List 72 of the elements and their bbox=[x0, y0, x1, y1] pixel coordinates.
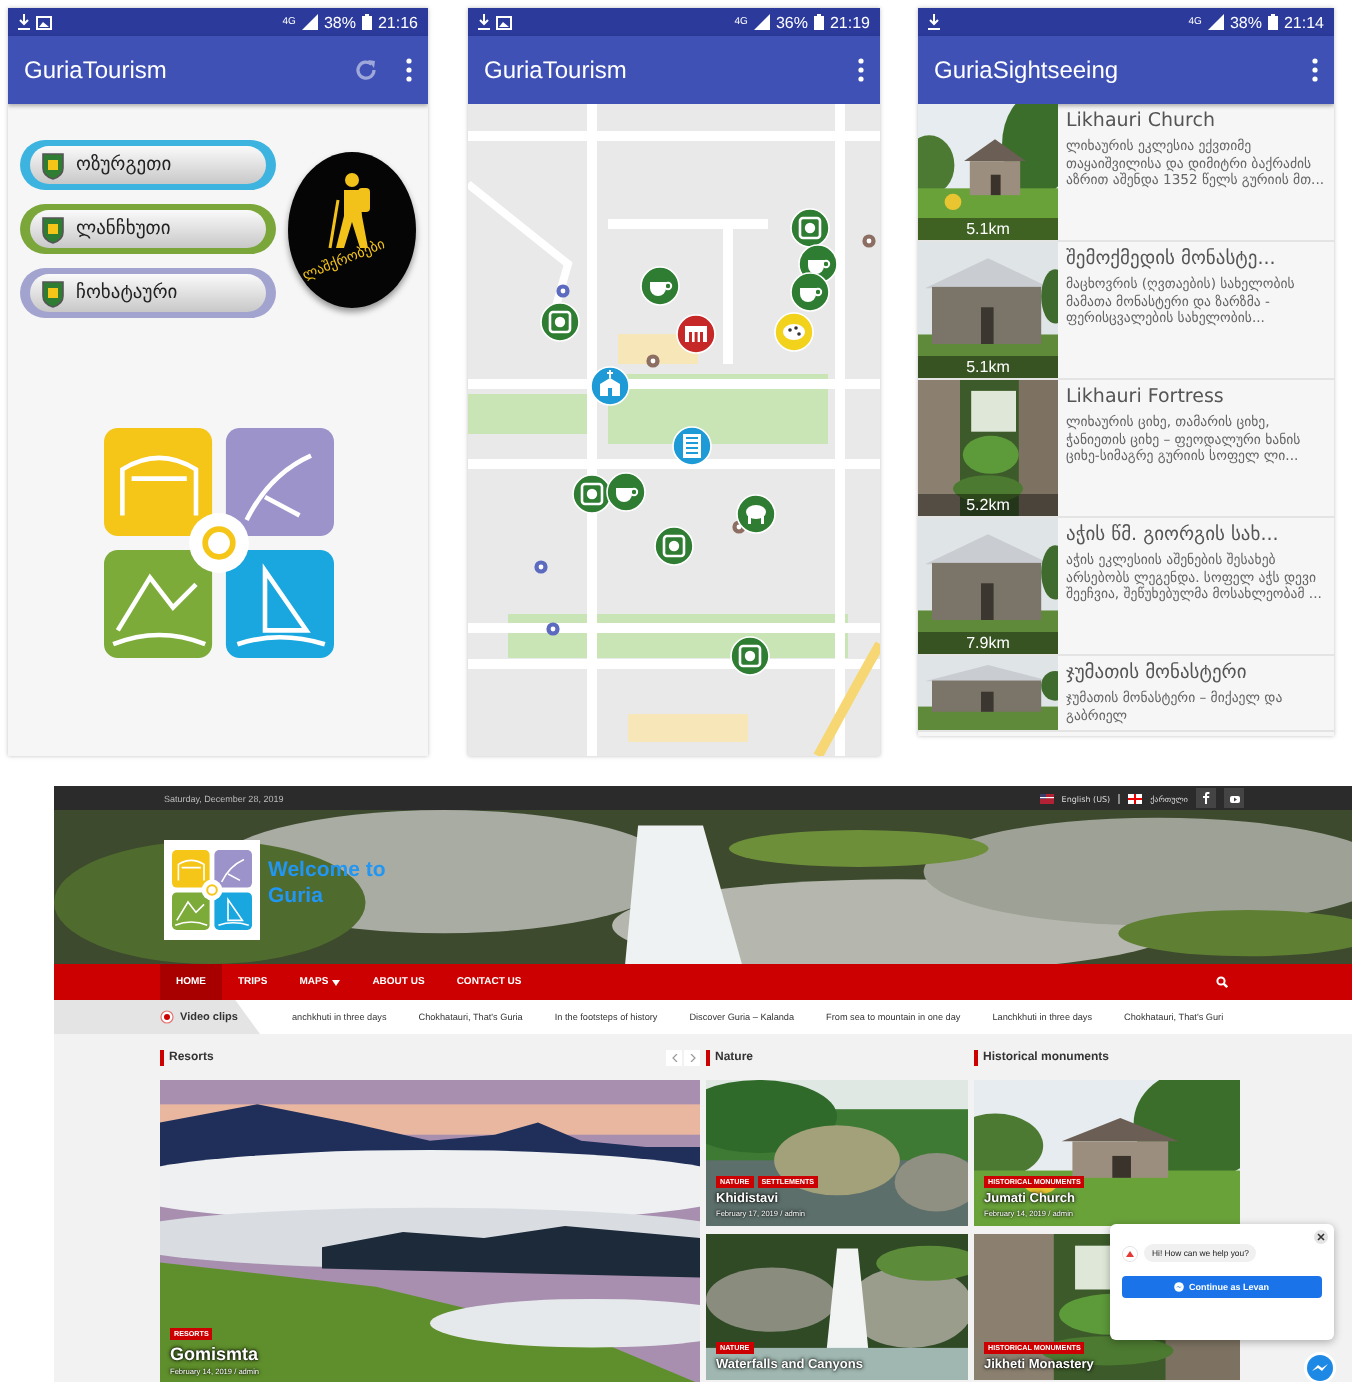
image-icon bbox=[36, 15, 52, 29]
plate-marker-icon[interactable] bbox=[654, 526, 694, 566]
flag-icon bbox=[1039, 793, 1054, 803]
place-icon[interactable] bbox=[645, 353, 659, 367]
church-marker-icon[interactable] bbox=[590, 366, 630, 406]
article-title: Gomismta bbox=[170, 1344, 259, 1364]
app-title: GuriaSightseeing bbox=[934, 56, 1121, 84]
caret-icon bbox=[332, 979, 341, 985]
distance-label: 5.1km bbox=[918, 218, 1058, 240]
facebook-icon[interactable] bbox=[1196, 788, 1216, 808]
signal-icon bbox=[301, 14, 318, 30]
download-icon bbox=[928, 14, 940, 30]
page-avatar-icon bbox=[1122, 1245, 1138, 1261]
close-icon[interactable] bbox=[1314, 1230, 1328, 1244]
flag-icon bbox=[1128, 793, 1143, 803]
battery-icon bbox=[1267, 14, 1278, 30]
sight-title: შემოქმედის მონასტე... bbox=[1066, 248, 1278, 270]
building-marker-icon[interactable] bbox=[672, 426, 712, 466]
place-icon[interactable] bbox=[555, 283, 569, 297]
menu-icon[interactable] bbox=[1312, 58, 1318, 82]
city-button[interactable]: ოზურგეთი bbox=[20, 140, 276, 190]
theater-marker-icon[interactable] bbox=[676, 314, 716, 354]
palette-marker-icon[interactable] bbox=[774, 312, 814, 352]
previous-button[interactable] bbox=[666, 1050, 682, 1066]
signal-icon bbox=[1207, 14, 1224, 30]
sight-title: აჭის წმ. გიორგის სახ... bbox=[1066, 524, 1281, 546]
sight-title: ჯუმათის მონასტერი bbox=[1066, 662, 1249, 684]
battery-icon bbox=[361, 14, 372, 30]
sight-title: Likhauri Church bbox=[1066, 110, 1217, 132]
clock: 21:19 bbox=[829, 13, 870, 31]
messenger-icon bbox=[1174, 1282, 1185, 1292]
image-icon bbox=[496, 15, 512, 29]
menu-icon[interactable] bbox=[858, 58, 864, 82]
clock: 21:16 bbox=[377, 13, 418, 31]
battery-percent: 38% bbox=[323, 13, 356, 31]
distance-label: 5.1km bbox=[918, 356, 1058, 378]
signal-icon bbox=[753, 14, 770, 30]
download-icon bbox=[18, 14, 30, 30]
animal-marker-icon[interactable] bbox=[736, 494, 776, 534]
download-icon bbox=[478, 14, 490, 30]
place-icon[interactable] bbox=[861, 233, 875, 247]
coat-of-arms-icon bbox=[42, 279, 64, 307]
place-icon[interactable] bbox=[533, 559, 547, 573]
refresh-icon[interactable] bbox=[354, 58, 378, 82]
place-icon[interactable] bbox=[545, 621, 559, 635]
city-button[interactable]: ლანჩხუთი bbox=[20, 204, 276, 254]
search-icon[interactable] bbox=[1216, 976, 1228, 988]
tourism-logo-drawing bbox=[172, 850, 252, 930]
coat-of-arms-icon bbox=[42, 215, 64, 243]
distance-label: 5.2km bbox=[918, 494, 1058, 516]
city-button[interactable]: ჩოხატაური bbox=[20, 268, 276, 318]
record-icon bbox=[160, 1010, 174, 1024]
plate-marker-icon[interactable] bbox=[540, 302, 580, 342]
clock: 21:14 bbox=[1283, 13, 1324, 31]
battery-percent: 38% bbox=[1229, 13, 1262, 31]
next-button[interactable] bbox=[684, 1050, 700, 1066]
messenger-icon[interactable] bbox=[1304, 1352, 1336, 1382]
battery-percent: 36% bbox=[775, 13, 808, 31]
plate-marker-icon[interactable] bbox=[730, 636, 770, 676]
plate-marker-icon[interactable] bbox=[572, 474, 612, 514]
youtube-icon[interactable] bbox=[1224, 788, 1244, 808]
site-logo[interactable] bbox=[164, 840, 260, 940]
sight-title: Likhauri Fortress bbox=[1066, 386, 1226, 408]
plate-marker-icon[interactable] bbox=[790, 208, 830, 248]
cup-marker-icon[interactable] bbox=[640, 266, 680, 306]
battery-icon bbox=[813, 14, 824, 30]
menu-icon[interactable] bbox=[406, 58, 412, 82]
app-title: GuriaTourism bbox=[24, 56, 169, 84]
cup-marker-icon[interactable] bbox=[790, 272, 830, 312]
app-title: GuriaTourism bbox=[484, 56, 629, 84]
coat-of-arms-icon bbox=[42, 151, 64, 179]
cup-marker-icon[interactable] bbox=[606, 472, 646, 512]
